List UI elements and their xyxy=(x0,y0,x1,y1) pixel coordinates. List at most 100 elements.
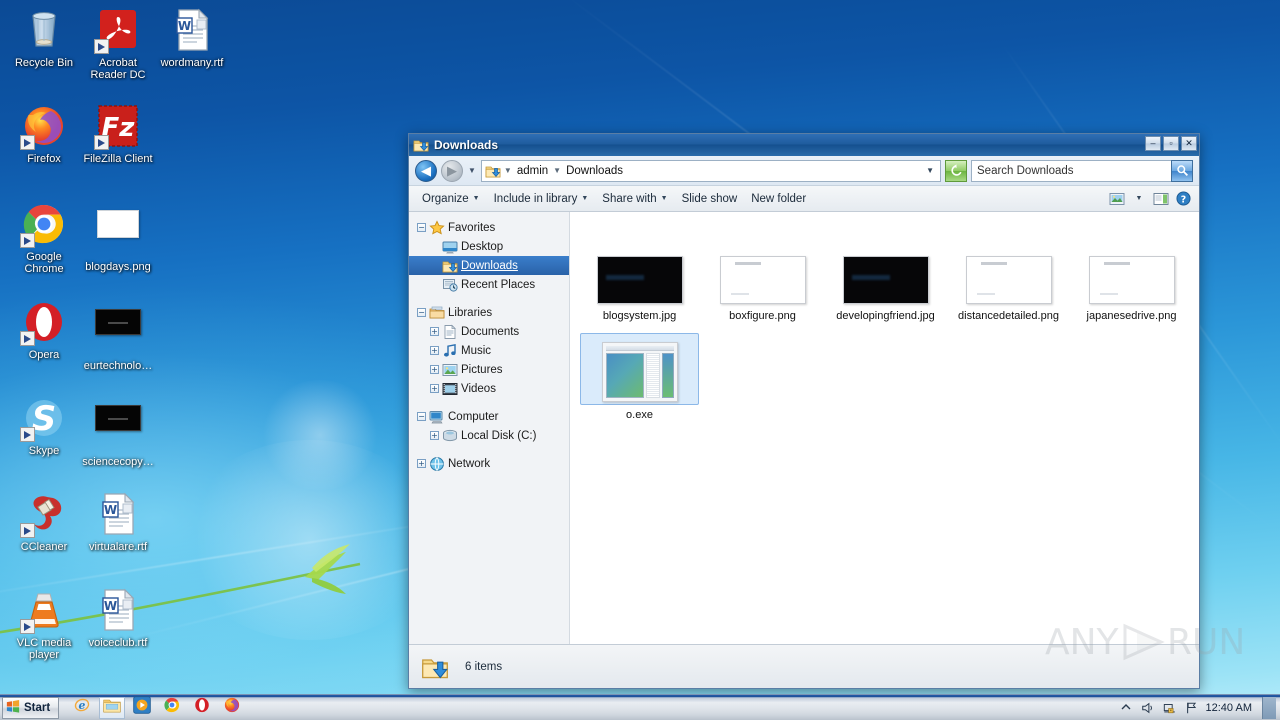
window-titlebar[interactable]: Downloads – ▫ ✕ xyxy=(409,134,1199,156)
sidebar-item-recent-places[interactable]: Recent Places xyxy=(409,275,569,294)
toolbar-organize[interactable]: Organize ▼ xyxy=(415,190,487,208)
desktop-icon-skype[interactable]: S Skype xyxy=(6,394,82,457)
view-dropdown-caret-icon[interactable]: ▼ xyxy=(1129,190,1149,208)
taskbar-internet-explorer[interactable]: e xyxy=(69,697,95,719)
address-bar[interactable]: ◀ ▶ ▼ ▼ admin ▼ Downloads ▼ Search Downl… xyxy=(409,156,1199,186)
breadcrumb-item-downloads[interactable]: Downloads xyxy=(564,165,625,177)
sidebar-item-downloads[interactable]: Downloads xyxy=(409,256,569,275)
sidebar-group-computer[interactable]: − Computer xyxy=(409,407,569,426)
file-thumbnail[interactable] xyxy=(703,234,822,306)
sidebar-item-music[interactable]: + Music xyxy=(409,341,569,360)
chevron-down-icon[interactable]: ▼ xyxy=(473,195,480,202)
search-input[interactable]: Search Downloads xyxy=(971,159,1193,182)
toolbar-items[interactable]: Organize ▼ Include in library ▼ Share with ▼ S… xyxy=(415,190,813,208)
expander-toggle[interactable]: − xyxy=(417,412,426,421)
show-desktop-icon[interactable] xyxy=(1262,696,1276,719)
chevron-up-icon[interactable] xyxy=(1118,700,1134,716)
taskbar-google-chrome[interactable] xyxy=(159,697,185,719)
sidebar-group-network[interactable]: + Network xyxy=(409,454,569,473)
expander-toggle[interactable]: + xyxy=(430,431,439,440)
breadcrumb-history-caret-icon[interactable]: ▼ xyxy=(926,166,937,175)
file-thumbnail[interactable] xyxy=(1072,234,1191,306)
file-thumbnail[interactable] xyxy=(826,234,945,306)
explorer-window[interactable]: Downloads – ▫ ✕ ◀ ▶ ▼ ▼ admin ▼ Download… xyxy=(408,133,1200,689)
chevron-down-icon[interactable]: ▼ xyxy=(581,195,588,202)
help-icon[interactable]: ? xyxy=(1173,190,1193,208)
breadcrumb-separator[interactable]: ▼ xyxy=(553,166,561,175)
refresh-icon[interactable] xyxy=(945,159,967,182)
search-icon[interactable] xyxy=(1171,159,1193,182)
toolbar-right-icons[interactable]: ▼ ? xyxy=(1107,190,1193,208)
sidebar-item-videos[interactable]: + Videos xyxy=(409,379,569,398)
breadcrumb-item-admin[interactable]: admin xyxy=(515,165,550,177)
breadcrumb-separator[interactable]: ▼ xyxy=(504,166,512,175)
file-item[interactable]: blogsystem.jpg xyxy=(578,230,701,329)
forward-arrow-icon[interactable]: ▶ xyxy=(441,159,463,182)
window-controls[interactable]: – ▫ ✕ xyxy=(1145,136,1197,151)
command-toolbar[interactable]: Organize ▼ Include in library ▼ Share with ▼ S… xyxy=(409,186,1199,212)
file-list-pane[interactable]: blogsystem.jpg boxfigure.png developingfri… xyxy=(570,212,1199,644)
taskbar[interactable]: Start e 12:40 AM xyxy=(0,694,1280,720)
chevron-down-icon[interactable]: ▼ xyxy=(661,195,668,202)
desktop-icon-acrobat-reader-dc[interactable]: Acrobat Reader DC xyxy=(80,6,156,81)
expander-toggle[interactable]: + xyxy=(430,365,439,374)
file-item[interactable]: boxfigure.png xyxy=(701,230,824,329)
taskbar-windows-media-player[interactable] xyxy=(129,696,155,719)
network-warning-icon[interactable] xyxy=(1162,700,1178,716)
file-thumbnail[interactable] xyxy=(580,234,699,306)
taskbar-firefox[interactable] xyxy=(219,697,245,719)
minimize-button[interactable]: – xyxy=(1145,136,1161,151)
file-thumbnail[interactable] xyxy=(949,234,1068,306)
toolbar-share-with[interactable]: Share with ▼ xyxy=(595,190,674,208)
flag-icon[interactable] xyxy=(1184,700,1200,716)
desktop-icon-blogdays-png[interactable]: blogdays.png xyxy=(80,200,156,273)
toolbar-new-folder[interactable]: New folder xyxy=(744,190,813,208)
show-preview-pane-icon[interactable] xyxy=(1151,190,1171,208)
desktop-icon-filezilla-client[interactable]: Fz FileZilla Client xyxy=(80,102,156,165)
start-button[interactable]: Start xyxy=(2,696,60,719)
expander-toggle[interactable]: − xyxy=(417,223,426,232)
breadcrumb[interactable]: ▼ admin ▼ Downloads ▼ xyxy=(480,159,941,182)
desktop-icon-wordmany-rtf[interactable]: Wwordmany.rtf xyxy=(154,6,230,69)
sidebar-item-pictures[interactable]: + Pictures xyxy=(409,360,569,379)
desktop[interactable]: Recycle Bin Acrobat Reader DC Wwordmany.rt… xyxy=(0,0,1280,720)
desktop-icon-google-chrome[interactable]: Google Chrome xyxy=(6,200,82,275)
toolbar-include-in-library[interactable]: Include in library ▼ xyxy=(487,190,596,208)
maximize-button[interactable]: ▫ xyxy=(1163,136,1179,151)
file-item[interactable]: japanesedrive.png xyxy=(1070,230,1193,329)
volume-icon[interactable] xyxy=(1140,700,1156,716)
change-view-icon[interactable] xyxy=(1107,190,1127,208)
expander-toggle[interactable]: − xyxy=(417,308,426,317)
expander-toggle[interactable]: + xyxy=(430,384,439,393)
navigation-pane[interactable]: − Favorites Desktop Downloads Recent Places −… xyxy=(409,212,570,644)
toolbar-slide-show[interactable]: Slide show xyxy=(675,190,745,208)
sidebar-group-favorites[interactable]: − Favorites xyxy=(409,218,569,237)
back-arrow-icon[interactable]: ◀ xyxy=(415,159,437,182)
recent-pages-dropdown-icon[interactable]: ▼ xyxy=(467,166,477,175)
desktop-icon-eurtechnolo[interactable]: eurtechnolo… xyxy=(80,298,156,372)
expander-toggle[interactable]: + xyxy=(430,327,439,336)
sidebar-item-desktop[interactable]: Desktop xyxy=(409,237,569,256)
expander-toggle[interactable]: + xyxy=(417,459,426,468)
taskbar-windows-explorer[interactable] xyxy=(99,696,126,719)
desktop-icon-recycle-bin[interactable]: Recycle Bin xyxy=(6,6,82,69)
desktop-icon-vlc-media-player[interactable]: VLC media player xyxy=(6,586,82,661)
file-item[interactable]: distancedetailed.png xyxy=(947,230,1070,329)
desktop-icon-sciencecopy[interactable]: sciencecopy… xyxy=(80,394,156,468)
file-thumbnail[interactable] xyxy=(580,333,699,405)
expander-toggle[interactable]: + xyxy=(430,346,439,355)
sidebar-item-documents[interactable]: + Documents xyxy=(409,322,569,341)
clock[interactable]: 12:40 AM xyxy=(1206,702,1252,714)
desktop-icon-firefox[interactable]: Firefox xyxy=(6,102,82,165)
system-tray[interactable]: 12:40 AM xyxy=(1118,696,1280,719)
desktop-icon-ccleaner[interactable]: CCleaner xyxy=(6,490,82,553)
sidebar-item-local-disk-c[interactable]: + Local Disk (C:) xyxy=(409,426,569,445)
close-button[interactable]: ✕ xyxy=(1181,136,1197,151)
file-item[interactable]: developingfriend.jpg xyxy=(824,230,947,329)
desktop-icon-virtualare-rtf[interactable]: Wvirtualare.rtf xyxy=(80,490,156,553)
desktop-icon-voiceclub-rtf[interactable]: Wvoiceclub.rtf xyxy=(80,586,156,649)
taskbar-apps[interactable]: e xyxy=(65,696,245,719)
file-grid[interactable]: blogsystem.jpg boxfigure.png developingfri… xyxy=(578,230,1199,428)
sidebar-group-libraries[interactable]: − Libraries xyxy=(409,303,569,322)
file-item[interactable]: o.exe xyxy=(578,329,701,428)
